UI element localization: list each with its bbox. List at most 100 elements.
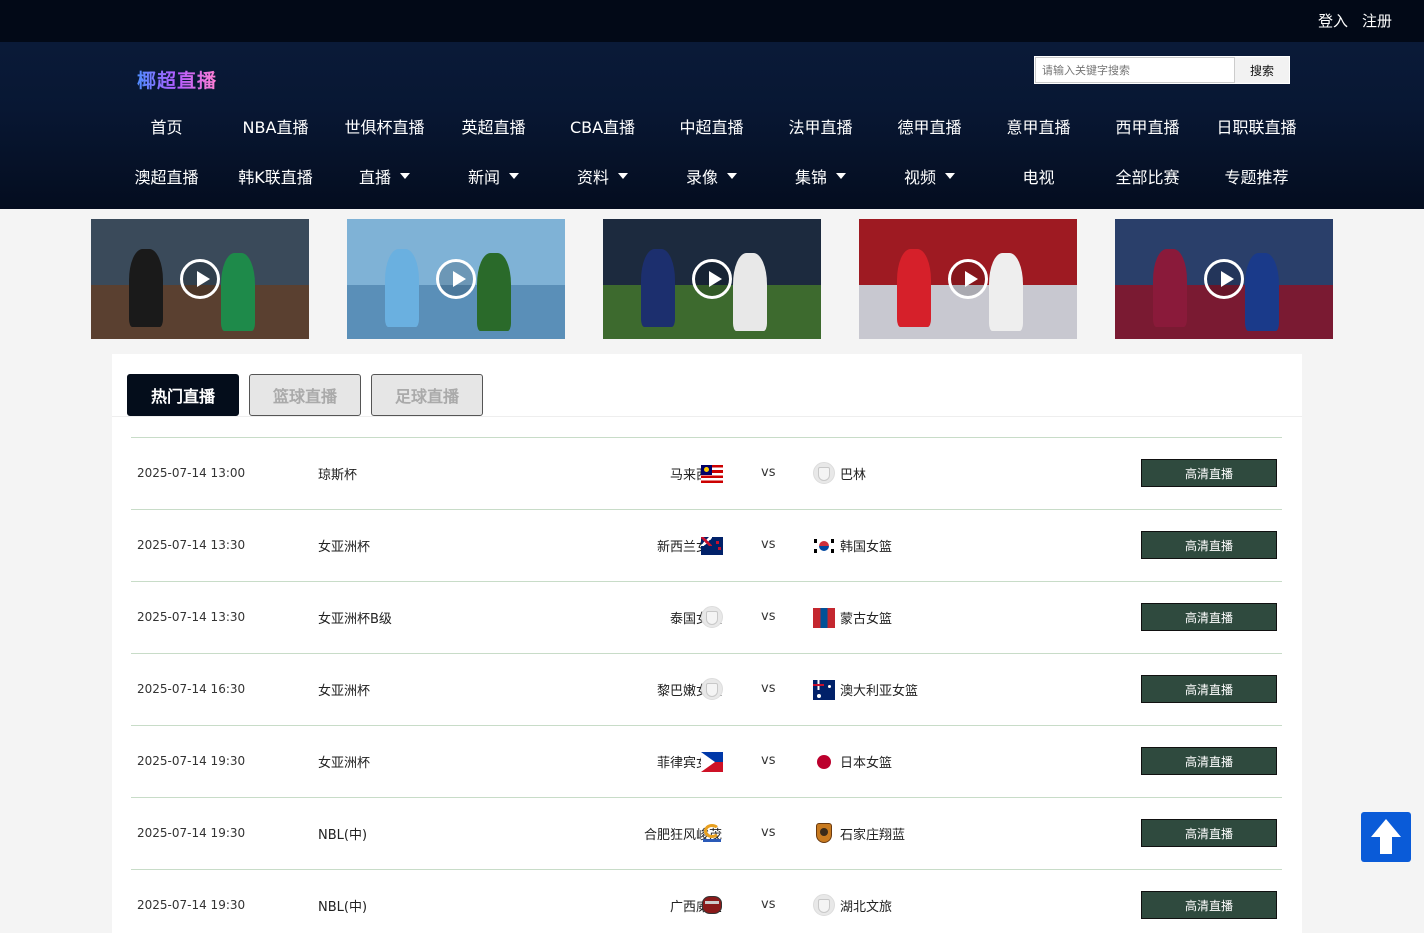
tab-0[interactable]: 热门直播 — [127, 374, 239, 416]
nav-item[interactable]: 视频 — [875, 156, 984, 196]
nav-item[interactable]: 法甲直播 — [766, 106, 875, 146]
hd-stream-button[interactable]: 高清直播 — [1141, 531, 1277, 559]
search-input[interactable] — [1035, 57, 1235, 83]
nav-item[interactable]: 英超直播 — [439, 106, 548, 146]
nav-item[interactable]: 世俱杯直播 — [330, 106, 439, 146]
nav-item-label: 视频 — [903, 168, 936, 187]
video-thumbnail[interactable] — [859, 219, 1077, 339]
away-team-name[interactable]: 石家庄翔蓝 — [840, 824, 905, 843]
video-thumbnail[interactable] — [347, 219, 565, 339]
chevron-down-icon — [727, 173, 737, 179]
register-link[interactable]: 注册 — [1362, 10, 1392, 31]
away-team-name[interactable]: 澳大利亚女篮 — [840, 680, 918, 699]
hd-stream-button[interactable]: 高清直播 — [1141, 891, 1277, 919]
nav-item[interactable]: 录像 — [657, 156, 766, 196]
nav-item[interactable]: CBA直播 — [548, 106, 657, 146]
away-team-name[interactable]: 巴林 — [840, 464, 866, 483]
philippines-flag-icon — [701, 752, 723, 772]
hefei-team-logo-icon — [701, 822, 723, 844]
match-league[interactable]: NBL(中) — [318, 824, 367, 843]
match-league[interactable]: 女亚洲杯 — [318, 536, 370, 555]
nav-item[interactable]: 澳超直播 — [112, 156, 221, 196]
play-icon — [948, 259, 988, 299]
chevron-down-icon — [836, 173, 846, 179]
search-button[interactable]: 搜索 — [1235, 57, 1289, 83]
guangxi-team-logo-icon — [701, 894, 723, 916]
placeholder-crest-icon — [701, 606, 723, 628]
nav-item[interactable]: 意甲直播 — [984, 106, 1093, 146]
play-icon — [692, 259, 732, 299]
placeholder-crest-icon — [701, 678, 723, 700]
table-row: 2025-07-14 19:30 NBL(中) 广西威壮 vs 湖北文旅 高清直播 — [131, 869, 1282, 933]
away-team-name[interactable]: 日本女篮 — [840, 752, 892, 771]
auth-links: 登入 注册 — [1318, 10, 1392, 31]
australia-flag-icon — [813, 680, 835, 700]
nav-item[interactable]: 直播 — [330, 156, 439, 196]
chevron-down-icon — [400, 173, 410, 179]
video-thumbnail[interactable] — [91, 219, 309, 339]
main-nav-row-2: 澳超直播 韩K联直播 直播 新闻 资料 录像 集锦 视频 电视 全部比赛 专题推荐 — [112, 156, 1312, 196]
nav-item-label: 专题推荐 — [1224, 168, 1289, 187]
nav-item[interactable]: 集锦 — [766, 156, 875, 196]
match-league[interactable]: 女亚洲杯 — [318, 680, 370, 699]
new-zealand-flag-icon — [701, 537, 723, 555]
match-league[interactable]: 女亚洲杯B级 — [318, 608, 392, 627]
player-figure — [1153, 249, 1187, 327]
play-icon — [436, 259, 476, 299]
vs-label: vs — [761, 753, 776, 768]
table-row: 2025-07-14 19:30 NBL(中) 合肥狂风峻茂 vs 石家庄翔蓝 高清直播 — [131, 797, 1282, 869]
away-team-name[interactable]: 湖北文旅 — [840, 896, 892, 915]
vs-label: vs — [761, 537, 776, 552]
nav-item[interactable]: 资料 — [548, 156, 657, 196]
table-row: 2025-07-14 19:30 女亚洲杯 菲律宾女篮 vs 日本女篮 高清直播 — [131, 725, 1282, 797]
away-team-name[interactable]: 韩国女篮 — [840, 536, 892, 555]
player-figure — [477, 253, 511, 331]
nav-item-label: 直播 — [358, 168, 391, 187]
tab-2[interactable]: 足球直播 — [371, 374, 483, 416]
video-thumbnail[interactable] — [1115, 219, 1333, 339]
video-thumbnail[interactable] — [603, 219, 821, 339]
match-league[interactable]: 琼斯杯 — [318, 464, 357, 483]
nav-item[interactable]: 新闻 — [439, 156, 548, 196]
vs-label: vs — [761, 825, 776, 840]
match-time: 2025-07-14 19:30 — [137, 754, 246, 768]
match-time: 2025-07-14 19:30 — [137, 898, 246, 912]
nav-item-label: 全部比赛 — [1115, 168, 1180, 187]
play-icon — [180, 259, 220, 299]
player-figure — [385, 249, 419, 327]
match-league[interactable]: 女亚洲杯 — [318, 752, 370, 771]
nav-item[interactable]: 日职联直播 — [1202, 106, 1311, 146]
back-to-top-button[interactable] — [1361, 812, 1411, 862]
malaysia-flag-icon — [701, 465, 723, 483]
hd-stream-button[interactable]: 高清直播 — [1141, 675, 1277, 703]
match-league[interactable]: NBL(中) — [318, 896, 367, 915]
tab-1[interactable]: 篮球直播 — [249, 374, 361, 416]
login-link[interactable]: 登入 — [1318, 10, 1348, 31]
match-time: 2025-07-14 13:00 — [137, 466, 246, 480]
away-team-name[interactable]: 蒙古女篮 — [840, 608, 892, 627]
match-time: 2025-07-14 16:30 — [137, 682, 246, 696]
nav-item[interactable]: NBA直播 — [221, 106, 330, 146]
nav-item[interactable]: 中超直播 — [657, 106, 766, 146]
nav-item-label: 录像 — [685, 168, 718, 187]
nav-item[interactable]: 德甲直播 — [875, 106, 984, 146]
site-logo[interactable]: 椰超直播 — [137, 66, 217, 93]
hd-stream-button[interactable]: 高清直播 — [1141, 747, 1277, 775]
search-box: 搜索 — [1034, 56, 1290, 84]
hd-stream-button[interactable]: 高清直播 — [1141, 603, 1277, 631]
hd-stream-button[interactable]: 高清直播 — [1141, 819, 1277, 847]
nav-item-label: 澳超直播 — [134, 168, 199, 187]
nav-item[interactable]: 韩K联直播 — [221, 156, 330, 196]
nav-item[interactable]: 西甲直播 — [1093, 106, 1202, 146]
nav-item[interactable]: 首页 — [112, 106, 221, 146]
table-row: 2025-07-14 13:30 女亚洲杯 新西兰女篮 vs 韩国女篮 高清直播 — [131, 509, 1282, 581]
nav-item-label: 电视 — [1022, 168, 1055, 187]
match-time: 2025-07-14 13:30 — [137, 610, 246, 624]
nav-item[interactable]: 电视 — [984, 156, 1093, 196]
player-figure — [989, 253, 1023, 331]
nav-item[interactable]: 专题推荐 — [1202, 156, 1311, 196]
nav-item-label: 资料 — [576, 168, 609, 187]
live-schedule-panel: 热门直播 篮球直播 足球直播 2025-07-14 13:00 琼斯杯 马来西亚 vs 巴林… — [112, 354, 1302, 933]
hd-stream-button[interactable]: 高清直播 — [1141, 459, 1277, 487]
nav-item[interactable]: 全部比赛 — [1093, 156, 1202, 196]
